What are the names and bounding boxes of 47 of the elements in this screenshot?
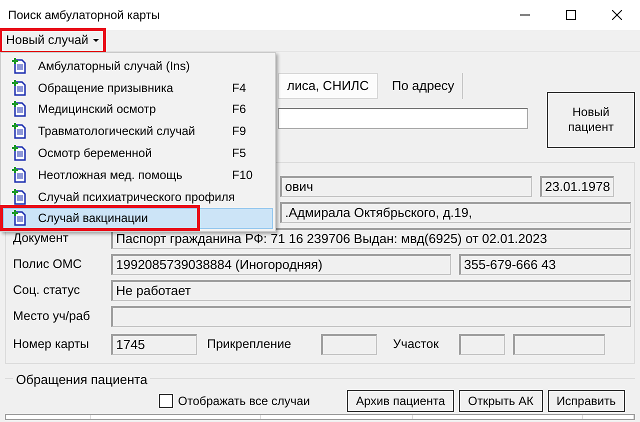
checkbox[interactable]	[159, 394, 173, 408]
field-label: Прикрепление	[207, 336, 292, 353]
search-field[interactable]	[278, 108, 528, 129]
field-label: Полис ОМС	[12, 256, 83, 273]
birth-date-field: 23.01.1978	[540, 176, 614, 196]
document-plus-icon	[12, 166, 26, 183]
menu-item[interactable]: Амбулаторный случай (Ins)	[3, 55, 273, 77]
search-tab[interactable]: лиса, СНИЛС	[278, 73, 378, 99]
menu-item[interactable]: Медицинский осмотр F6	[3, 98, 273, 120]
close-icon[interactable]	[612, 10, 622, 20]
card-number-field: 1745	[111, 334, 197, 354]
field-label: Номер карты	[12, 336, 90, 353]
new-patient-button[interactable]: Новый пациент	[546, 92, 635, 148]
menu-item[interactable]: Обращение призывника F4	[3, 76, 273, 99]
menu-item[interactable]: Травматологический случай F9	[3, 120, 273, 142]
menu-item[interactable]: Осмотр беременной F5	[3, 142, 273, 164]
name-field: ович	[280, 176, 532, 196]
menu-item[interactable]: Случай вакцинации	[3, 208, 273, 230]
action-button[interactable]: Открыть АК	[459, 390, 543, 412]
district-field	[459, 334, 505, 354]
field-label: Участок	[393, 336, 440, 353]
field-label: Документ	[12, 230, 70, 247]
document-plus-icon	[12, 188, 26, 205]
document-plus-icon	[12, 210, 26, 226]
document-field: Паспорт гражданина РФ: 71 16 239706 Выдан: мвд(6925) от 02.01.2023	[111, 228, 631, 248]
caret-icon	[93, 38, 100, 42]
search-tab[interactable]: По адресу	[384, 73, 464, 99]
snils-field: 355-679-666 43	[459, 254, 631, 274]
policy-field: 1992085739038884 (Иногородняя)	[111, 254, 451, 274]
status-field: Не работает	[111, 280, 631, 300]
window-title: Поиск амбулаторной карты	[7, 7, 161, 24]
address-field: .Адмирала Октябрьского, д.19,	[280, 202, 631, 222]
action-button[interactable]: Исправить	[548, 390, 625, 412]
action-button[interactable]: Архив пациента	[347, 390, 454, 412]
checkbox-label: Отображать все случаи	[178, 393, 310, 410]
document-plus-icon	[12, 101, 26, 118]
menu-item[interactable]: Неотложная мед. помощь F10	[3, 164, 273, 186]
attachment-field	[321, 334, 377, 354]
document-plus-icon	[12, 58, 26, 74]
field-label: Соц. статус	[12, 282, 81, 299]
field-label: Место уч/раб	[12, 308, 92, 325]
document-plus-icon	[12, 145, 26, 162]
maximize-icon[interactable]	[566, 10, 576, 20]
menu-item[interactable]: Случай психиатрического профиля	[3, 186, 273, 208]
menu-button[interactable]: Новый случай	[2, 30, 104, 50]
document-plus-icon	[12, 123, 26, 140]
document-plus-icon	[12, 80, 26, 96]
